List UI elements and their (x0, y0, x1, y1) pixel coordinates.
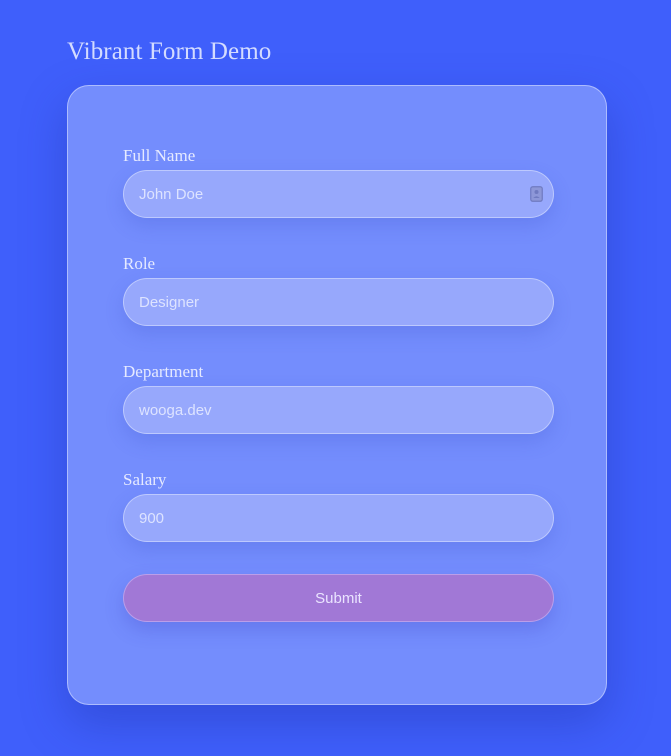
department-field[interactable]: wooga.dev (123, 386, 554, 434)
contact-card-icon[interactable] (530, 186, 543, 202)
submit-button[interactable]: Submit (123, 574, 554, 622)
salary-field[interactable]: 900 (123, 494, 554, 542)
role-label: Role (123, 254, 156, 273)
form-card: Full Name John Doe Role Designer Departm… (67, 85, 607, 705)
page-title: Vibrant Form Demo (67, 38, 272, 65)
full-name-label: Full Name (123, 146, 196, 165)
role-field[interactable]: Designer (123, 278, 554, 326)
full-name-field[interactable]: John Doe (123, 170, 554, 218)
salary-label: Salary (123, 470, 167, 489)
full-name-value: John Doe (139, 185, 204, 203)
department-value: wooga.dev (139, 401, 212, 419)
salary-value: 900 (139, 509, 165, 527)
role-value: Designer (139, 293, 200, 311)
department-label: Department (123, 362, 204, 381)
